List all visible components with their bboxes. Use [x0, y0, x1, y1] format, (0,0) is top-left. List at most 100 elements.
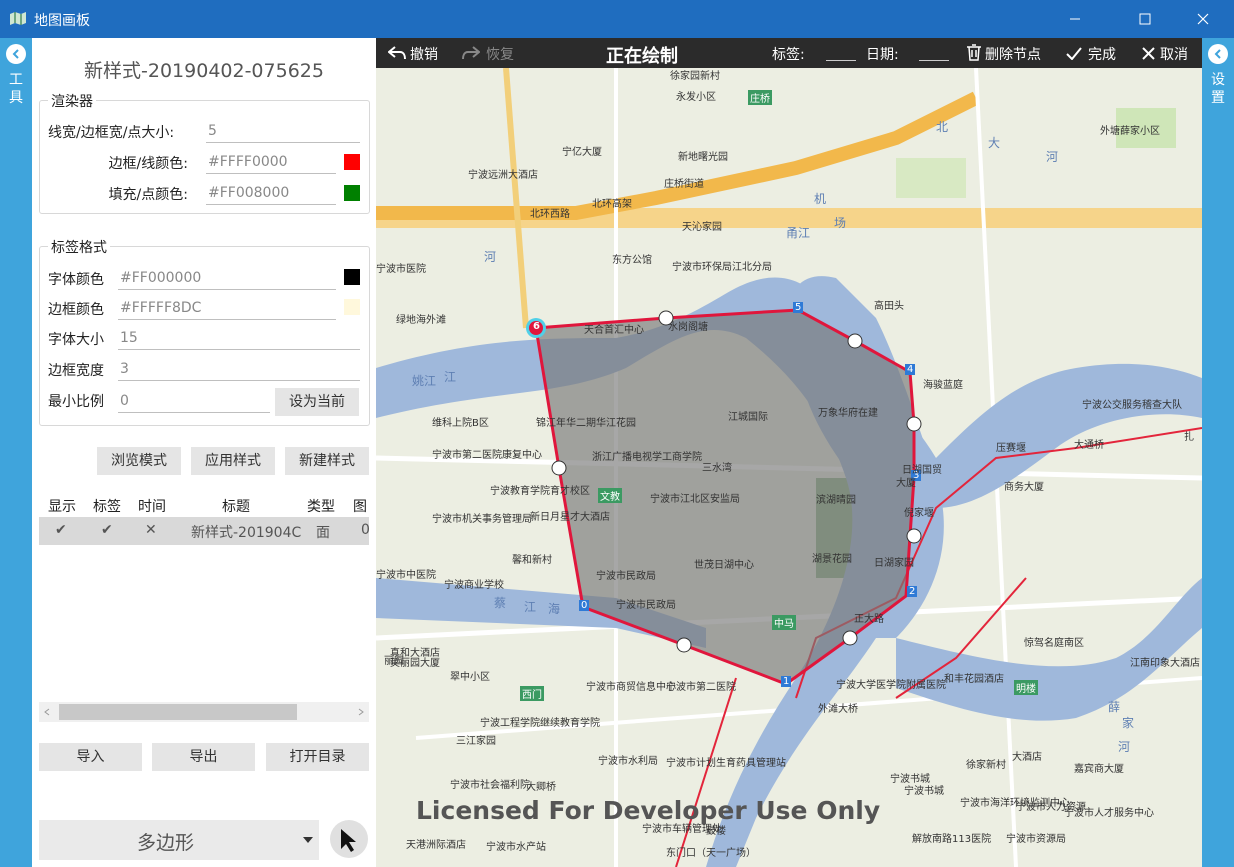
- map-canvas[interactable]: 0 1 2 3 4 5 6 徐家园新村 永发小区 庄桥 宁亿大厦 新地曙光园 外…: [376, 38, 1202, 867]
- poi-label: 宁波商业学校: [444, 580, 504, 591]
- table-scrollbar[interactable]: [39, 702, 369, 722]
- col-type[interactable]: 类型: [307, 496, 335, 516]
- vertex-label[interactable]: 6: [533, 321, 540, 332]
- fill-color-input[interactable]: #FF008000: [206, 182, 336, 205]
- poi-label: 宁波书城: [904, 786, 944, 797]
- shape-type-select[interactable]: 多边形: [39, 820, 319, 860]
- poi-label: 天港洲际酒店: [406, 840, 466, 851]
- min-scale-input[interactable]: 0: [118, 390, 270, 413]
- cancel-button[interactable]: 取消: [1160, 44, 1188, 64]
- vertex-label[interactable]: 5: [793, 302, 804, 313]
- collapse-button[interactable]: [6, 44, 26, 64]
- stroke-color-swatch[interactable]: [344, 154, 360, 170]
- maximize-button[interactable]: [1122, 0, 1168, 38]
- water-label: 家: [1122, 716, 1135, 730]
- poi-label: 天沁家园: [682, 222, 722, 233]
- poi-label: 宁波市计划生育药具管理站: [666, 758, 786, 769]
- open-directory-button[interactable]: 打开目录: [266, 743, 369, 771]
- poi-label: 宁波市水利局: [598, 756, 658, 767]
- col-title[interactable]: 标题: [222, 496, 250, 516]
- line-width-label: 线宽/边框宽/点大小:: [48, 125, 175, 141]
- poi-label: 宁波市环保局江北分局: [672, 262, 772, 273]
- settings-strip[interactable]: 设置: [1202, 38, 1234, 867]
- set-current-button[interactable]: 设为当前: [275, 388, 359, 416]
- new-style-button[interactable]: 新建样式: [285, 447, 369, 475]
- poi-label: 海骏蓝庭: [923, 380, 963, 391]
- expand-button[interactable]: [1208, 44, 1228, 64]
- done-button[interactable]: 完成: [1088, 44, 1116, 64]
- browse-mode-button[interactable]: 浏览模式: [97, 447, 181, 475]
- poi-label: 压赛堰: [996, 443, 1026, 454]
- poi-label: 馨和新村: [512, 555, 552, 566]
- poi-label: 北环西路: [530, 209, 570, 220]
- cell-show[interactable]: ✔: [55, 522, 67, 538]
- chevron-left-icon: [1214, 49, 1221, 59]
- scrollbar-thumb[interactable]: [59, 704, 297, 720]
- poi-label: 宁波市江北区安监局: [650, 494, 740, 505]
- font-size-label: 字体大小: [48, 332, 104, 348]
- date-input[interactable]: [919, 60, 949, 61]
- style-table-header: 显示 标签 时间 标题 类型 图: [39, 493, 369, 517]
- poi-label: 大通桥: [1074, 440, 1104, 451]
- poi-label: 宁波远洲大酒店: [468, 170, 538, 181]
- line-width-input[interactable]: 5: [206, 120, 360, 143]
- delete-node-button[interactable]: 删除节点: [985, 44, 1041, 64]
- redo-icon[interactable]: [462, 46, 480, 60]
- export-button[interactable]: 导出: [152, 743, 255, 771]
- undo-button[interactable]: 撤销: [410, 44, 438, 64]
- select-tool-button[interactable]: [330, 820, 368, 858]
- border-color-input[interactable]: #FFFFF8DC: [118, 297, 336, 320]
- font-color-swatch[interactable]: [344, 269, 360, 285]
- tag-label: 标签:: [772, 47, 805, 63]
- vertex-label[interactable]: 0: [579, 600, 590, 611]
- chevron-right-icon[interactable]: [357, 708, 365, 716]
- table-row[interactable]: ✔ ✔ ✕ 新样式-201904C 面 0: [39, 517, 370, 545]
- close-icon: [1197, 13, 1209, 25]
- poi-label: 宁波市民政局: [616, 600, 676, 611]
- vertex-label[interactable]: 4: [905, 364, 916, 375]
- font-color-input[interactable]: #FF000000: [118, 267, 336, 290]
- close-icon[interactable]: [1142, 47, 1155, 60]
- redo-button[interactable]: 恢复: [486, 44, 514, 64]
- poi-label: 浙江广播电视学工商学院: [592, 452, 702, 463]
- water-label: 河: [484, 250, 497, 264]
- window-title: 地图画板: [34, 13, 90, 29]
- fill-color-swatch[interactable]: [344, 185, 360, 201]
- border-width-input[interactable]: 3: [118, 358, 360, 381]
- check-icon[interactable]: [1066, 47, 1082, 60]
- col-extra[interactable]: 图: [353, 496, 367, 516]
- minimize-button[interactable]: [1052, 0, 1098, 38]
- shape-type-value: 多边形: [137, 832, 195, 854]
- tag-input[interactable]: [826, 60, 856, 61]
- font-size-input[interactable]: 15: [118, 327, 360, 350]
- close-button[interactable]: [1180, 0, 1226, 38]
- stroke-color-input[interactable]: #FFFF0000: [206, 151, 336, 174]
- chevron-left-icon[interactable]: [43, 708, 51, 716]
- border-color-label: 边框颜色: [48, 302, 104, 318]
- poi-label: 宁波公交服务稽查大队: [1082, 400, 1182, 411]
- trash-icon[interactable]: [966, 44, 982, 61]
- poi-label: 新地曙光园: [678, 152, 728, 163]
- poi-label: 宁波市第二医院: [666, 682, 736, 693]
- poi-label: 永发小区: [676, 92, 716, 103]
- col-label[interactable]: 标签: [93, 496, 121, 516]
- poi-label: 中马: [772, 615, 796, 630]
- water-label: 机: [814, 192, 827, 206]
- import-button[interactable]: 导入: [39, 743, 142, 771]
- poi-label: 宁波市人力资源: [1016, 802, 1086, 813]
- apply-style-button[interactable]: 应用样式: [191, 447, 275, 475]
- undo-icon[interactable]: [388, 46, 406, 60]
- poi-label: 宁波市商贸信息中心: [586, 682, 676, 693]
- cell-label[interactable]: ✔: [101, 522, 113, 538]
- title-bar: 地图画板: [0, 0, 1234, 38]
- poi-label: 宁波工程学院继续教育学院: [480, 718, 600, 729]
- cell-time[interactable]: ✕: [145, 522, 157, 538]
- vertex-label[interactable]: 1: [781, 676, 792, 687]
- tools-strip[interactable]: 工具: [0, 38, 32, 867]
- vertex-label[interactable]: 2: [907, 586, 918, 597]
- col-show[interactable]: 显示: [48, 496, 76, 516]
- col-time[interactable]: 时间: [138, 496, 166, 516]
- poi-label: 倪家堰: [904, 508, 934, 519]
- border-color-swatch[interactable]: [344, 299, 360, 315]
- poi-label: 大卿桥: [526, 782, 556, 793]
